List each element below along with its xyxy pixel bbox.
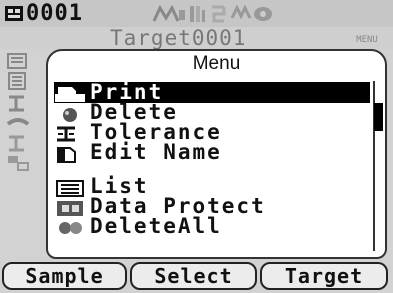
sample-data-icon [5, 6, 23, 21]
document-icon [8, 72, 26, 90]
sample-softkey[interactable]: Sample [2, 262, 127, 290]
delete-icon [54, 104, 90, 122]
menu-panel: Menu Print Delete Tolerance Edit Name Li… [46, 49, 387, 259]
target-softkey[interactable]: Target [260, 262, 388, 290]
menu-item-edit-name[interactable]: Edit Name [54, 142, 370, 163]
target-name: Target0001 [110, 26, 247, 50]
status-bar: 0001 [0, 0, 393, 27]
tolerance-icon [54, 124, 90, 142]
printer-icon [54, 84, 90, 102]
sample-number: 0001 [26, 1, 83, 26]
select-softkey[interactable]: Select [130, 262, 257, 290]
tolerance-side-icon [9, 95, 24, 112]
tool-icon [6, 118, 30, 126]
sensor-mode-icon [230, 4, 252, 28]
side-tab-icons [0, 52, 48, 222]
observer-icon [188, 4, 206, 28]
menu-scrollbar[interactable] [373, 81, 383, 251]
edit-name-icon [54, 144, 90, 163]
illuminant-icon [208, 4, 228, 28]
menu-item-label: Edit Name [90, 140, 222, 164]
scroll-thumb[interactable] [374, 103, 383, 131]
data-folder-icon [7, 53, 27, 69]
menu-key-indicator: MENU [356, 35, 378, 45]
status-icons [152, 4, 272, 24]
device-screen: 0001 Target0001 MENU Menu Print Delete T… [0, 0, 393, 293]
menu-item-label: DeleteAll [90, 214, 222, 238]
data-protect-icon [54, 198, 90, 216]
menu-title: Menu [192, 53, 241, 74]
device-link-icon [252, 4, 274, 28]
measurement-mode-icon [152, 4, 186, 28]
list-icon [54, 178, 90, 197]
delete-all-icon [54, 218, 90, 236]
target-name-row: Target0001 MENU [0, 26, 393, 50]
menu-item-delete-all[interactable]: DeleteAll [54, 216, 370, 237]
softkey-bar: Sample Select Target [0, 262, 393, 293]
table-icon [8, 156, 29, 171]
statistics-icon [9, 135, 24, 152]
